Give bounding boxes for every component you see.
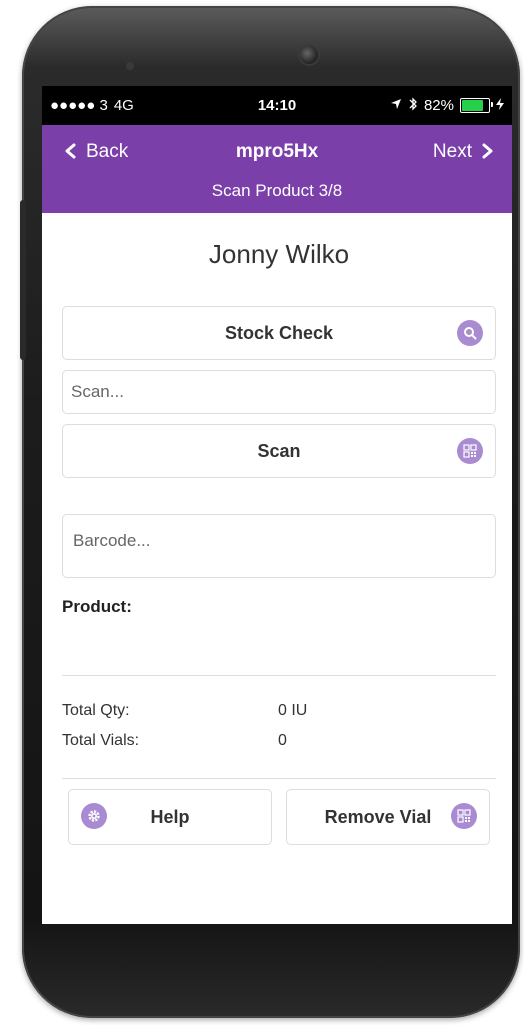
next-label: Next xyxy=(432,141,472,162)
help-label: Help xyxy=(150,806,190,827)
nav-header: Back mpro5Hx Next Scan Product 3/8 xyxy=(42,125,512,213)
step-subtitle: Scan Product 3/8 xyxy=(211,181,343,200)
qr-code-icon xyxy=(457,438,483,464)
total-vials-row: Total Vials: 0 xyxy=(62,726,496,756)
phone-side-button xyxy=(20,200,26,360)
front-camera xyxy=(298,44,320,66)
total-qty-value: 0 IU xyxy=(278,702,308,719)
battery-percent: 82% xyxy=(423,97,454,114)
total-qty-label: Total Qty: xyxy=(62,702,130,719)
qr-code-icon xyxy=(451,803,477,829)
next-button[interactable]: Next xyxy=(433,141,494,163)
scan-button[interactable]: Scan xyxy=(62,424,496,478)
scan-input[interactable] xyxy=(62,370,496,414)
total-qty-row: Total Qty: 0 IU xyxy=(62,696,496,726)
signal-strength: ●●●●● 3 xyxy=(50,97,108,114)
phone-screen: ●●●●● 3 4G 14:10 82% Back mpro5Hx Next S… xyxy=(42,86,512,924)
stock-check-button[interactable]: Stock Check xyxy=(62,306,496,360)
remove-vial-label: Remove Vial xyxy=(324,806,432,827)
location-icon xyxy=(390,97,402,114)
stock-check-label: Stock Check xyxy=(224,322,334,343)
scan-label: Scan xyxy=(257,440,301,461)
sensor-dot xyxy=(126,62,134,70)
bluetooth-icon xyxy=(408,96,418,115)
network-type: 4G xyxy=(113,97,134,114)
footer-buttons: Help Remove Vial xyxy=(62,789,496,845)
help-button[interactable]: Help xyxy=(68,789,272,845)
gear-icon xyxy=(81,803,107,829)
remove-vial-button[interactable]: Remove Vial xyxy=(286,789,490,845)
charging-icon xyxy=(496,97,504,114)
search-icon xyxy=(457,320,483,346)
customer-name: Jonny Wilko xyxy=(208,239,350,269)
barcode-input[interactable] xyxy=(62,514,496,578)
chevron-right-icon xyxy=(482,141,494,163)
total-vials-label: Total Vials: xyxy=(62,732,140,749)
total-vials-value: 0 xyxy=(278,732,287,749)
battery-icon xyxy=(460,98,493,113)
product-label: Product: xyxy=(62,597,132,616)
status-bar: ●●●●● 3 4G 14:10 82% xyxy=(42,86,512,125)
main-content: Jonny Wilko Stock Check Scan... Scan Bar… xyxy=(42,239,512,845)
